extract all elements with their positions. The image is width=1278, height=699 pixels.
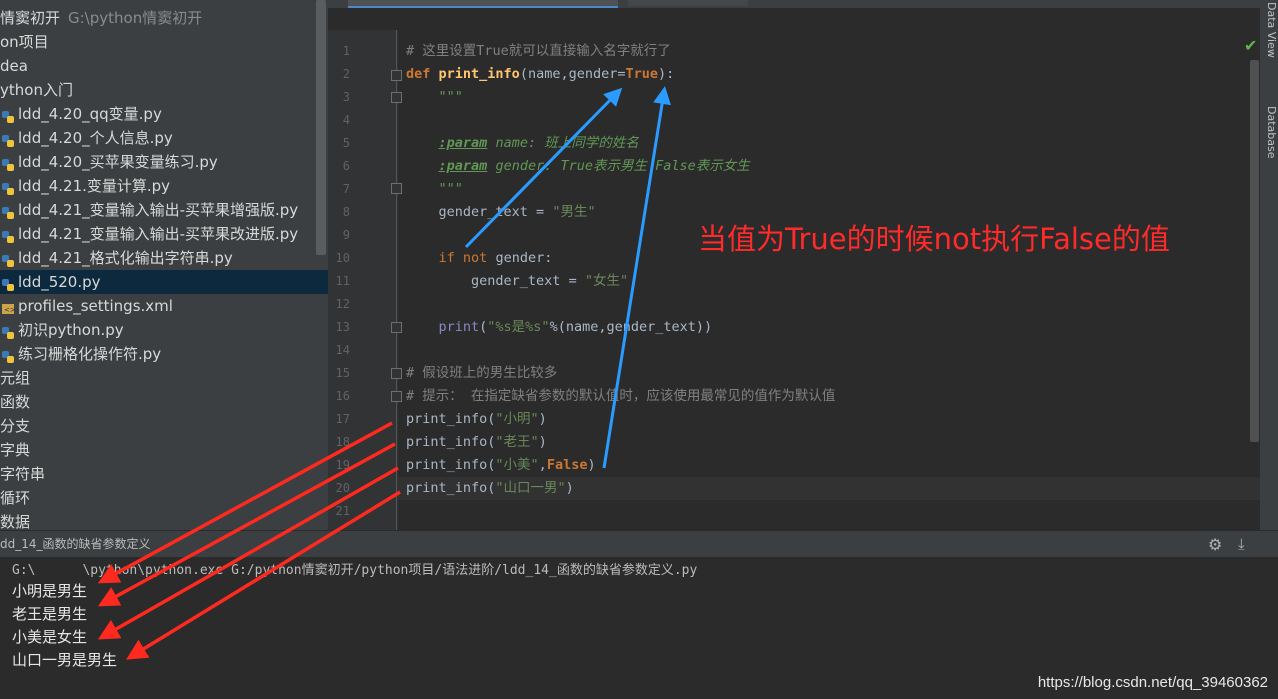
- watermark: https://blog.csdn.net/qq_39460362: [1037, 674, 1268, 691]
- red-arrow-4: [126, 490, 401, 660]
- red-arrow-3: [97, 466, 399, 640]
- blue-arrow-2: [602, 86, 671, 469]
- annotation-arrows: [97, 86, 671, 660]
- red-arrow-1: [97, 421, 393, 584]
- blue-arrow-1: [464, 87, 623, 249]
